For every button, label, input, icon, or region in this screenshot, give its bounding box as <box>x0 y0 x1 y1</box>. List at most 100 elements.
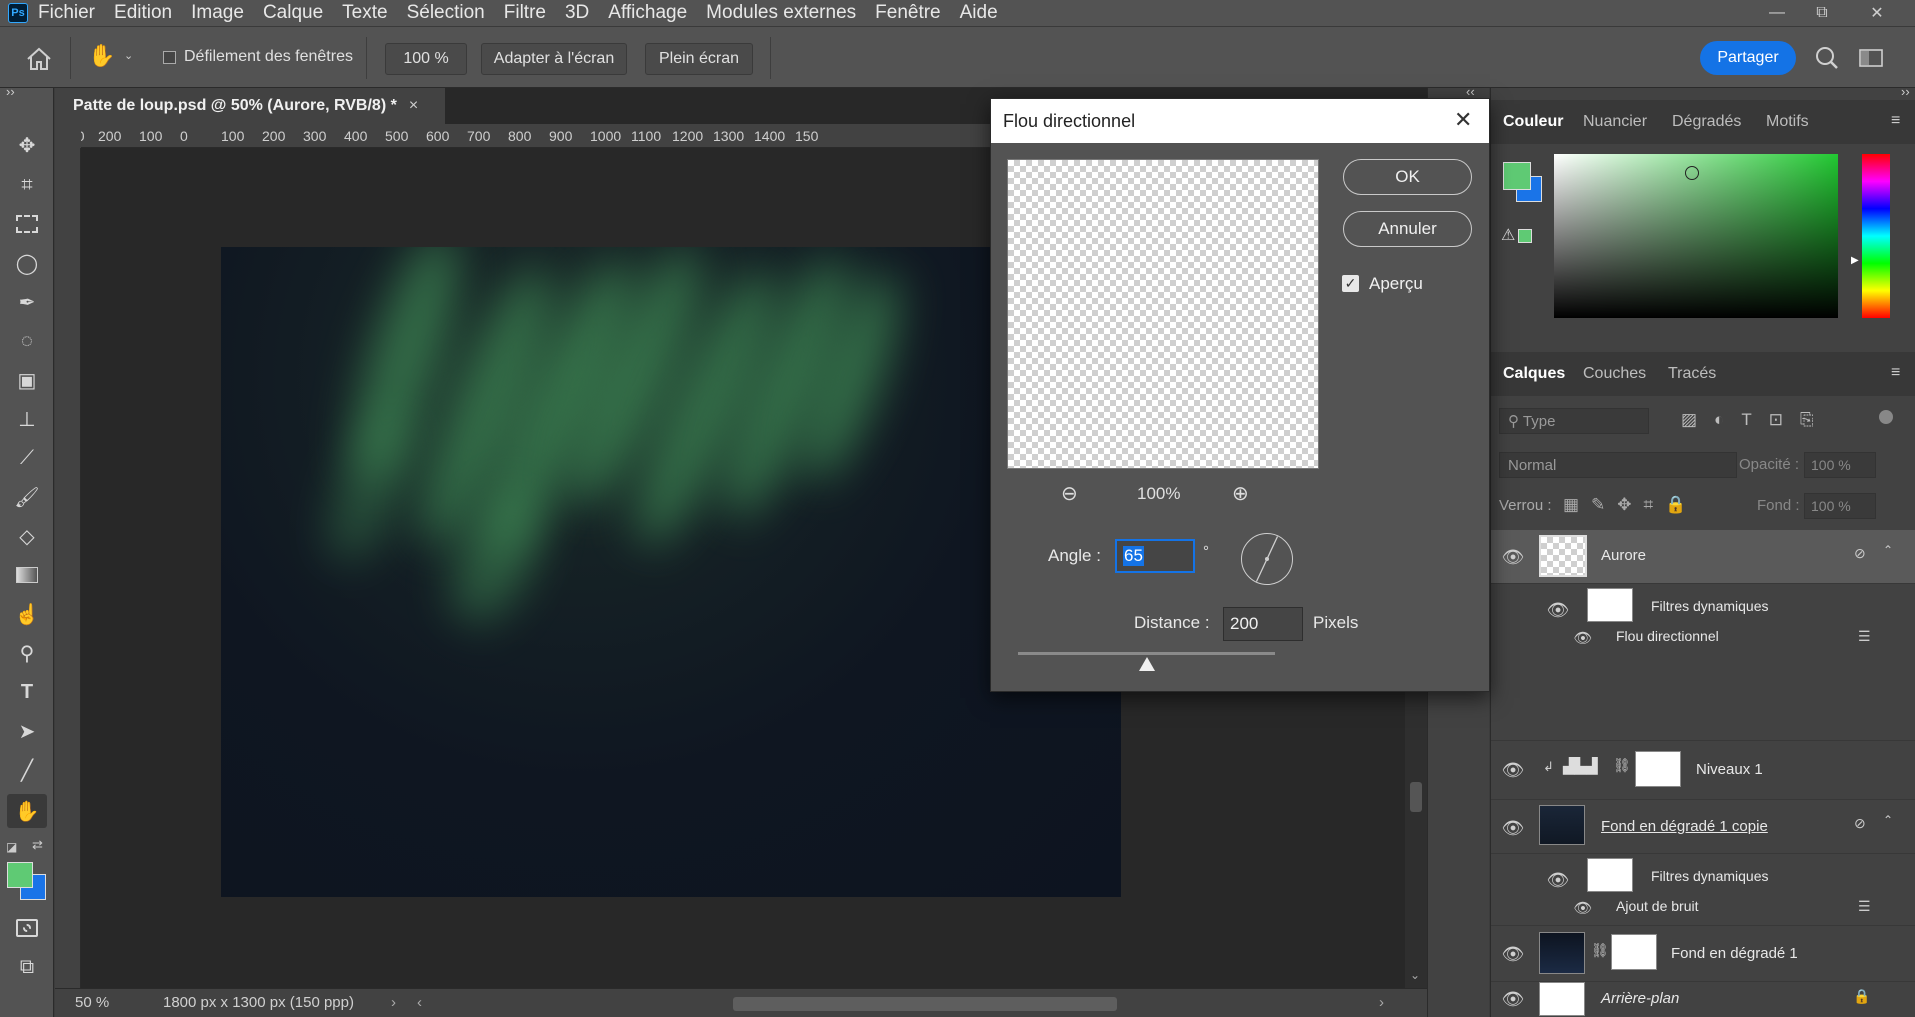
foreground-color-swatch[interactable] <box>7 862 33 888</box>
expand-toolbar-icon[interactable]: ›› <box>6 84 15 99</box>
layer-name[interactable]: Arrière-plan <box>1601 990 1679 1007</box>
color-picker-cursor[interactable] <box>1685 166 1699 180</box>
close-window-button[interactable]: ✕ <box>1852 0 1902 26</box>
collapse-icon[interactable]: ‹‹ <box>1466 84 1475 99</box>
panel-menu-icon[interactable]: ≡ <box>1891 112 1900 130</box>
eyedropper-tool-icon[interactable]: ⟋ <box>12 443 42 473</box>
menu-edition[interactable]: Edition <box>114 2 172 24</box>
menu-texte[interactable]: Texte <box>342 2 387 24</box>
filter-options-icon[interactable]: ☰ <box>1858 898 1871 915</box>
layer-name[interactable]: Filtres dynamiques <box>1651 868 1769 884</box>
pen-tool-icon[interactable]: ✒ <box>12 287 42 317</box>
zoom-level[interactable]: 50 % <box>75 994 109 1011</box>
line-tool-icon[interactable]: ╱ <box>12 755 42 785</box>
quick-mask-icon[interactable] <box>12 913 42 943</box>
ok-button[interactable]: OK <box>1343 159 1472 195</box>
menu-fichier[interactable]: Fichier <box>38 2 95 24</box>
restore-button[interactable]: ⧉ <box>1797 0 1847 26</box>
layer-name[interactable]: Filtres dynamiques <box>1651 598 1769 614</box>
layer-row[interactable]: 👁 Filtres dynamiques 👁 Ajout de bruit ☰ <box>1491 854 1915 926</box>
chevron-down-icon[interactable]: ⌄ <box>124 49 133 62</box>
distance-input[interactable]: 200 <box>1223 607 1303 641</box>
close-tab-icon[interactable]: × <box>409 97 418 115</box>
hand-tool-icon[interactable]: ✋ <box>88 43 118 73</box>
horizontal-scroll-thumb[interactable] <box>733 997 1117 1011</box>
visibility-eye-icon[interactable]: 👁 <box>1572 897 1594 919</box>
path-selection-tool-icon[interactable]: ➤ <box>12 716 42 746</box>
visibility-eye-icon[interactable]: 👁 <box>1502 988 1525 1010</box>
image-canvas[interactable] <box>221 247 1121 897</box>
search-icon[interactable] <box>1814 45 1840 74</box>
stamp-tool-icon[interactable]: ⊥ <box>12 404 42 434</box>
dialog-close-icon[interactable]: ✕ <box>1454 107 1472 133</box>
collapse-chevron-icon[interactable]: ⌃ <box>1883 813 1893 827</box>
workspace-icon[interactable] <box>1858 47 1884 72</box>
link-icon[interactable]: ⛓ <box>1613 757 1631 774</box>
preview-checkbox[interactable]: ✓ <box>1342 275 1359 292</box>
visibility-eye-icon[interactable]: 👁 <box>1502 943 1525 965</box>
layer-row[interactable]: 👁 Arrière-plan 🔒 <box>1491 982 1915 1017</box>
status-expand-icon[interactable]: › <box>391 994 396 1011</box>
menu-image[interactable]: Image <box>191 2 244 24</box>
default-colors-icon[interactable]: ◪ <box>6 840 17 854</box>
dodge-tool-icon[interactable]: ⚲ <box>12 638 42 668</box>
layer-row[interactable]: 👁 Aurore ⊘ ⌃ <box>1491 530 1915 584</box>
type-tool-icon[interactable]: T <box>12 677 42 707</box>
scroll-right-icon[interactable]: › <box>1379 994 1384 1011</box>
vertical-scroll-thumb[interactable] <box>1410 782 1422 812</box>
tab-motifs[interactable]: Motifs <box>1766 100 1809 144</box>
collapse-chevron-icon[interactable]: ⌃ <box>1883 543 1893 557</box>
brush-tool-icon[interactable]: 🖌 <box>12 482 42 512</box>
layer-name[interactable]: Niveaux 1 <box>1696 761 1763 778</box>
cancel-button[interactable]: Annuler <box>1343 211 1472 247</box>
filter-preview[interactable] <box>1007 159 1319 469</box>
scroll-left-icon[interactable]: ‹ <box>417 994 422 1011</box>
layer-filter-icons[interactable]: ▨◐T⊡⎘ <box>1681 410 1831 430</box>
layer-row[interactable]: 👁 Fond en dégradé 1 copie ⊘ ⌃ <box>1491 800 1915 854</box>
marquee-tool-icon[interactable] <box>12 209 42 239</box>
layer-name[interactable]: Fond en dégradé 1 <box>1671 945 1798 962</box>
scroll-down-icon[interactable]: ⌄ <box>1410 968 1420 982</box>
visibility-eye-icon[interactable]: 👁 <box>1502 817 1525 839</box>
layer-filter-select[interactable]: ⚲ Type <box>1499 408 1649 434</box>
tab-traces[interactable]: Tracés <box>1668 352 1716 396</box>
share-button[interactable]: Partager <box>1700 41 1796 75</box>
quick-selection-tool-icon[interactable]: ◌ <box>12 326 42 356</box>
tab-couleur[interactable]: Couleur <box>1503 100 1563 144</box>
layer-name[interactable]: Flou directionnel <box>1616 628 1719 644</box>
angle-dial[interactable] <box>1241 533 1293 585</box>
layer-row[interactable]: 👁 ↲ ▟▙▟ ⛓ Niveaux 1 <box>1491 740 1915 800</box>
home-icon[interactable] <box>24 45 54 73</box>
document-tab[interactable]: Patte de loup.psd @ 50% (Aurore, RVB/8) … <box>55 88 445 124</box>
tab-calques[interactable]: Calques <box>1503 352 1565 396</box>
swap-colors-icon[interactable]: ⇄ <box>32 837 43 853</box>
menu-calque[interactable]: Calque <box>263 2 323 24</box>
gradient-tool-icon[interactable] <box>12 560 42 590</box>
visibility-eye-icon[interactable]: 👁 <box>1502 759 1525 781</box>
color-field[interactable] <box>1554 154 1838 318</box>
minimize-button[interactable]: — <box>1752 0 1802 26</box>
visibility-eye-icon[interactable]: 👁 <box>1547 599 1570 621</box>
menu-modules-externes[interactable]: Modules externes <box>706 2 856 24</box>
smudge-tool-icon[interactable]: ☝ <box>12 599 42 629</box>
tab-nuancier[interactable]: Nuancier <box>1583 100 1647 144</box>
crop-tool-icon[interactable]: ⌗ <box>12 170 42 200</box>
smart-filter-icon[interactable]: ⊘ <box>1854 545 1866 562</box>
full-screen-button[interactable]: Plein écran <box>645 43 753 75</box>
link-icon[interactable]: ⛓ <box>1591 942 1609 959</box>
distance-slider-thumb[interactable] <box>1138 657 1155 671</box>
color-foreground-swatch[interactable] <box>1503 162 1531 190</box>
zoom-100-button[interactable]: 100 % <box>385 43 467 75</box>
layer-row[interactable]: 👁 Filtres dynamiques 👁 Flou directionnel… <box>1491 584 1915 662</box>
visibility-eye-icon[interactable]: 👁 <box>1572 627 1594 649</box>
layer-name[interactable]: Ajout de bruit <box>1616 898 1699 914</box>
move-tool-icon[interactable]: ✥ <box>12 130 42 160</box>
eraser-tool-icon[interactable]: ◇ <box>12 521 42 551</box>
menu-affichage[interactable]: Affichage <box>608 2 687 24</box>
visibility-eye-icon[interactable]: 👁 <box>1502 546 1525 568</box>
expand-panels-icon[interactable]: ›› <box>1901 84 1910 99</box>
lock-icons[interactable]: ▦✎✥⌗🔒 <box>1563 495 1698 515</box>
lasso-tool-icon[interactable]: ◯ <box>12 248 42 278</box>
zoom-in-icon[interactable]: ⊕ <box>1232 481 1249 506</box>
filter-toggle-icon[interactable] <box>1879 410 1893 424</box>
